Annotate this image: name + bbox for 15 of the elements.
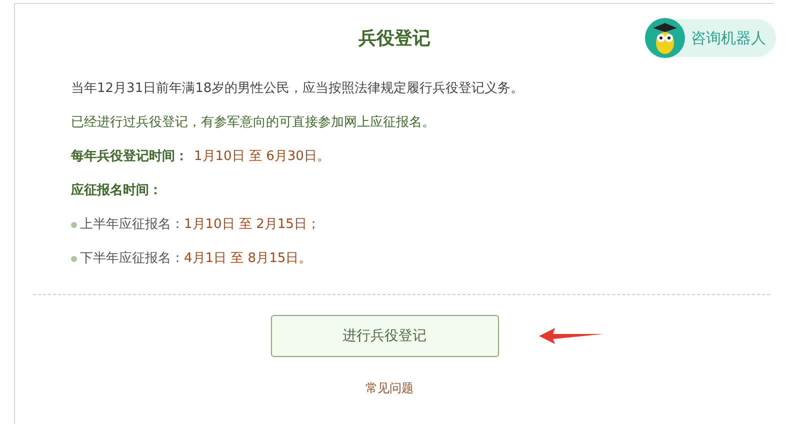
registration-time-value: 1月10日 至 6月30日。 [194, 148, 330, 166]
info-paragraph: 当年12月31日前年满18岁的男性公民，应当按照法律规定履行兵役登记义务。 [71, 80, 525, 98]
enlistment-period-label: 下半年应征报名： [80, 250, 184, 268]
enlistment-period-value: 1月10日 至 2月15日； [184, 216, 320, 234]
robot-chat-button[interactable]: 咨询机器人 [645, 19, 776, 57]
page-title: 兵役登记 [358, 26, 430, 50]
registration-time-label: 每年兵役登记时间： [71, 148, 188, 166]
enlistment-period-value: 4月1日 至 8月15日。 [184, 250, 312, 268]
owl-mascot-icon [645, 18, 685, 58]
pointer-arrow-icon [539, 327, 603, 345]
info-paragraph: 已经进行过兵役登记，有参军意向的可直接参加网上应征报名。 [71, 114, 436, 132]
enlistment-period-label: 上半年应征报名： [80, 216, 184, 234]
faq-link[interactable]: 常见问题 [366, 379, 414, 397]
enlistment-time-label: 应征报名时间： [71, 182, 162, 200]
register-button[interactable]: 进行兵役登记 [270, 315, 498, 357]
